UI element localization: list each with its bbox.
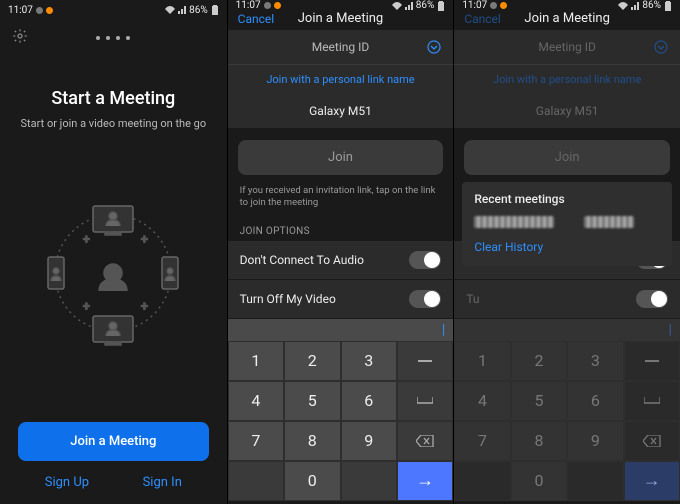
key-dash[interactable] bbox=[624, 341, 680, 381]
key-5[interactable]: 5 bbox=[511, 381, 567, 421]
screen-start-meeting: 11:07 86% Start a Meeting Start or join … bbox=[0, 0, 227, 504]
key-5[interactable]: 5 bbox=[284, 381, 340, 421]
option-dont-connect-audio: Don't Connect To Audio bbox=[228, 241, 454, 280]
display-name-field[interactable]: Galaxy M51 bbox=[454, 94, 680, 128]
join-meeting-button[interactable]: Join a Meeting bbox=[18, 422, 209, 461]
key-8[interactable]: 8 bbox=[511, 421, 567, 461]
recent-meetings-popup: Recent meetings Clear History bbox=[462, 182, 672, 266]
key-blank bbox=[454, 461, 510, 501]
header-title: Join a Meeting bbox=[298, 11, 383, 26]
key-0[interactable]: 0 bbox=[284, 461, 340, 501]
key-blank bbox=[228, 461, 284, 501]
signup-link[interactable]: Sign Up bbox=[45, 475, 89, 490]
key-backspace[interactable] bbox=[624, 421, 680, 461]
status-dot-icon bbox=[490, 2, 497, 9]
svg-text:+: + bbox=[83, 299, 90, 313]
numeric-keypad: | 1 2 3 4 5 6 7 8 9 0 → bbox=[454, 319, 680, 504]
chevron-down-icon[interactable] bbox=[654, 40, 668, 54]
status-bar: 11:07 86% bbox=[228, 0, 454, 11]
screen-join-meeting-history: 11:07 86% Cancel Join a Meeting Meeting … bbox=[453, 0, 680, 504]
meeting-id-field[interactable]: Meeting ID bbox=[454, 30, 680, 65]
status-time: 11:07 bbox=[236, 0, 261, 11]
key-go[interactable]: → bbox=[397, 461, 453, 501]
key-blank bbox=[341, 461, 397, 501]
option-turn-off-video: Turn Off My Video bbox=[228, 280, 454, 319]
clear-history-button[interactable]: Clear History bbox=[474, 240, 543, 254]
status-dot-icon bbox=[46, 7, 53, 14]
join-button[interactable]: Join bbox=[238, 140, 444, 175]
status-dot-icon bbox=[36, 7, 43, 14]
key-7[interactable]: 7 bbox=[228, 421, 284, 461]
recent-meeting-item[interactable] bbox=[474, 216, 660, 228]
chevron-down-icon[interactable] bbox=[427, 40, 441, 54]
header-title: Join a Meeting bbox=[524, 11, 609, 26]
status-battery: 86% bbox=[642, 0, 661, 11]
status-bar: 11:07 86% bbox=[454, 0, 680, 11]
key-blank bbox=[567, 461, 623, 501]
join-button[interactable]: Join bbox=[464, 140, 670, 175]
key-4[interactable]: 4 bbox=[228, 381, 284, 421]
cancel-button[interactable]: Cancel bbox=[464, 12, 501, 26]
status-time: 11:07 bbox=[462, 0, 487, 11]
page-title: Start a Meeting bbox=[0, 88, 227, 109]
invitation-note: If you received an invitation link, tap … bbox=[228, 181, 454, 220]
status-icons: 86% bbox=[392, 0, 446, 11]
page-indicator bbox=[93, 29, 133, 43]
key-space[interactable] bbox=[397, 381, 453, 421]
join-options-label: JOIN OPTIONS bbox=[228, 220, 454, 241]
screen-join-meeting: 11:07 86% Cancel Join a Meeting Meeting … bbox=[227, 0, 454, 504]
redacted-meeting-name bbox=[584, 216, 634, 228]
key-backspace[interactable] bbox=[397, 421, 453, 461]
key-8[interactable]: 8 bbox=[284, 421, 340, 461]
meeting-id-placeholder: Meeting ID bbox=[538, 40, 596, 54]
popup-title: Recent meetings bbox=[474, 192, 660, 206]
svg-text:+: + bbox=[141, 232, 148, 246]
cancel-button[interactable]: Cancel bbox=[238, 12, 275, 26]
video-toggle[interactable] bbox=[636, 290, 668, 308]
status-icons: 86% bbox=[618, 0, 672, 11]
key-6[interactable]: 6 bbox=[341, 381, 397, 421]
signin-link[interactable]: Sign In bbox=[143, 475, 182, 490]
status-icons: 86% bbox=[165, 5, 219, 16]
keypad-input[interactable]: | bbox=[228, 319, 454, 341]
status-time: 11:07 bbox=[8, 5, 33, 16]
key-go[interactable]: → bbox=[624, 461, 680, 501]
status-dot-icon bbox=[264, 2, 271, 9]
status-battery: 86% bbox=[416, 0, 435, 11]
video-toggle[interactable] bbox=[409, 290, 441, 308]
key-1[interactable]: 1 bbox=[228, 341, 284, 381]
key-1[interactable]: 1 bbox=[454, 341, 510, 381]
personal-link-button[interactable]: Join with a personal link name bbox=[454, 65, 680, 94]
display-name-field[interactable]: Galaxy M51 bbox=[228, 94, 454, 128]
key-space[interactable] bbox=[624, 381, 680, 421]
key-7[interactable]: 7 bbox=[454, 421, 510, 461]
redacted-meeting-id bbox=[474, 216, 554, 228]
svg-text:+: + bbox=[141, 299, 148, 313]
key-dash[interactable] bbox=[397, 341, 453, 381]
key-4[interactable]: 4 bbox=[454, 381, 510, 421]
status-dot-icon bbox=[274, 2, 281, 9]
keypad-input[interactable]: | bbox=[454, 319, 680, 341]
svg-text:+: + bbox=[83, 232, 90, 246]
key-9[interactable]: 9 bbox=[341, 421, 397, 461]
page-subtitle: Start or join a video meeting on the go bbox=[0, 117, 227, 130]
key-0[interactable]: 0 bbox=[511, 461, 567, 501]
status-battery: 86% bbox=[189, 5, 208, 16]
meeting-id-placeholder: Meeting ID bbox=[312, 40, 370, 54]
numeric-keypad: | 1 2 3 4 5 6 7 8 9 0 → bbox=[228, 319, 454, 504]
status-dot-icon bbox=[500, 2, 507, 9]
audio-toggle[interactable] bbox=[409, 251, 441, 269]
personal-link-button[interactable]: Join with a personal link name bbox=[228, 65, 454, 94]
meeting-id-field[interactable]: Meeting ID bbox=[228, 30, 454, 65]
status-bar: 11:07 86% bbox=[0, 0, 227, 20]
key-2[interactable]: 2 bbox=[284, 341, 340, 381]
key-2[interactable]: 2 bbox=[511, 341, 567, 381]
key-3[interactable]: 3 bbox=[341, 341, 397, 381]
option-turn-off-video: Tu bbox=[454, 280, 680, 319]
meeting-illustration: + + + + bbox=[0, 130, 227, 416]
key-3[interactable]: 3 bbox=[567, 341, 623, 381]
key-9[interactable]: 9 bbox=[567, 421, 623, 461]
key-6[interactable]: 6 bbox=[567, 381, 623, 421]
gear-icon[interactable] bbox=[12, 28, 28, 44]
